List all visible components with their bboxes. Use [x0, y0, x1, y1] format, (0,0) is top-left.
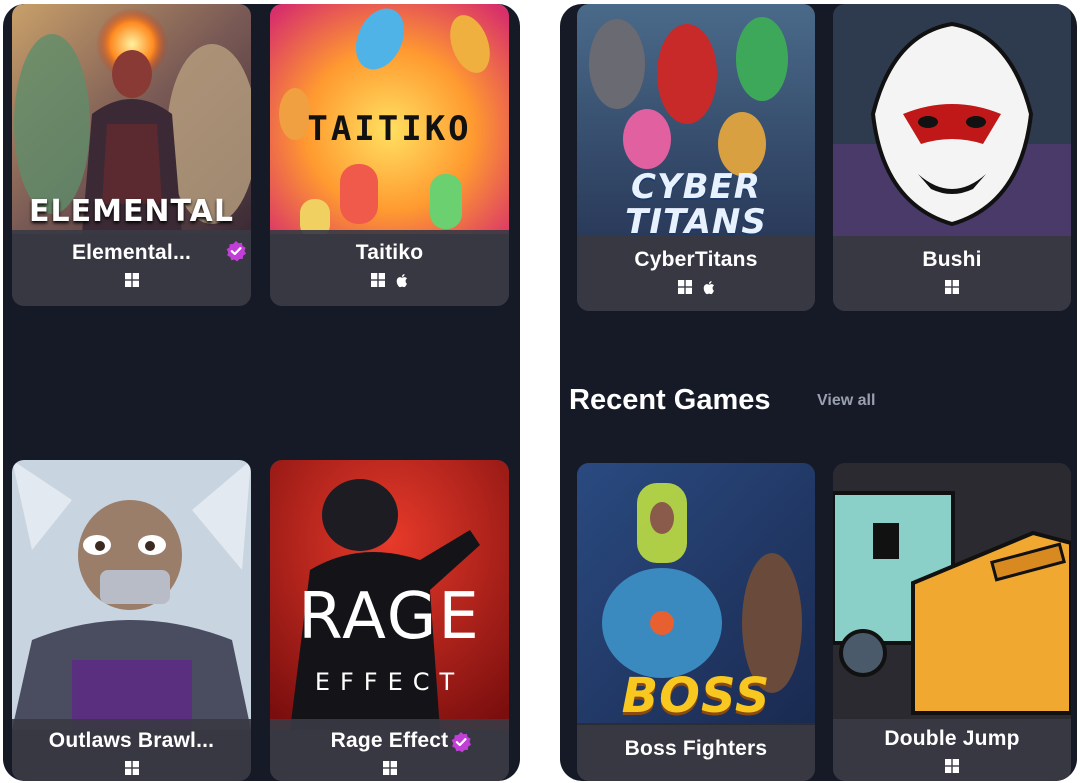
game-title: Bushi	[922, 248, 982, 271]
game-title: Rage Effect	[330, 729, 449, 752]
windows-icon	[677, 280, 692, 294]
game-card-info: Elemental...	[12, 230, 251, 306]
game-card-double-jump[interactable]: Double Jump	[833, 463, 1071, 781]
game-title: Double Jump	[884, 727, 1020, 750]
game-card-info: Rage Effect	[270, 719, 509, 781]
game-card-cybertitans[interactable]: CYBER TITANS CyberTitans	[577, 4, 815, 311]
game-card-info: Double Jump	[833, 719, 1071, 781]
outlaws-brawl-cover-art	[12, 460, 251, 730]
verified-badge-icon	[451, 732, 471, 753]
game-card-info: Boss Fighters	[577, 725, 815, 781]
double-jump-cover-art	[833, 463, 1071, 723]
boss-logo-text: BOSS	[621, 668, 771, 724]
game-title: Taitiko	[355, 241, 424, 264]
recent-games-heading: Recent Games	[569, 384, 771, 416]
platform-list	[833, 280, 1071, 294]
elemental-logo-text: ELEMENTAL	[28, 194, 235, 229]
effect-logo-text: EFFECT	[314, 668, 465, 696]
game-card-rage-effect[interactable]: RAGE EFFECT Rage Effect	[270, 460, 509, 781]
windows-icon	[945, 280, 959, 294]
platform-list	[833, 759, 1071, 773]
apple-icon	[396, 274, 407, 288]
game-card-info: Taitiko	[270, 230, 509, 306]
game-title: Boss Fighters	[624, 737, 768, 760]
windows-icon	[124, 761, 139, 775]
game-card-outlaws-brawl[interactable]: Outlaws Brawl...	[12, 460, 251, 781]
platform-list	[12, 273, 251, 287]
game-card-info: Bushi	[833, 236, 1071, 311]
verified-badge-icon	[226, 241, 246, 262]
platform-list	[270, 761, 509, 775]
game-title: Elemental...	[71, 241, 192, 264]
left-games-panel: ELEMENTAL Elemental... TAITIKO Taitiko O…	[3, 4, 520, 781]
windows-icon	[382, 761, 397, 775]
cyber-logo-text: CYBER	[631, 167, 761, 207]
platform-list	[12, 761, 251, 775]
game-title: CyberTitans	[634, 248, 758, 271]
windows-icon	[371, 273, 385, 287]
game-card-boss-fighters[interactable]: BOSS Boss Fighters	[577, 463, 815, 781]
view-all-link[interactable]: View all	[817, 392, 875, 410]
bushi-cover-art	[833, 4, 1071, 236]
platform-list	[270, 273, 509, 288]
rage-logo-text: RAGE	[298, 580, 481, 654]
game-card-elemental[interactable]: ELEMENTAL Elemental...	[12, 4, 251, 306]
windows-icon	[124, 273, 139, 287]
windows-icon	[945, 759, 959, 773]
game-card-info: CyberTitans	[577, 236, 815, 311]
game-title: Outlaws Brawl...	[48, 729, 215, 752]
platform-list	[577, 280, 815, 295]
apple-icon	[703, 281, 714, 295]
taitiko-logo-text: TAITIKO	[307, 109, 472, 149]
game-card-taitiko[interactable]: TAITIKO Taitiko	[270, 4, 509, 306]
game-card-bushi[interactable]: Bushi	[833, 4, 1071, 311]
game-card-info: Outlaws Brawl...	[12, 719, 251, 781]
